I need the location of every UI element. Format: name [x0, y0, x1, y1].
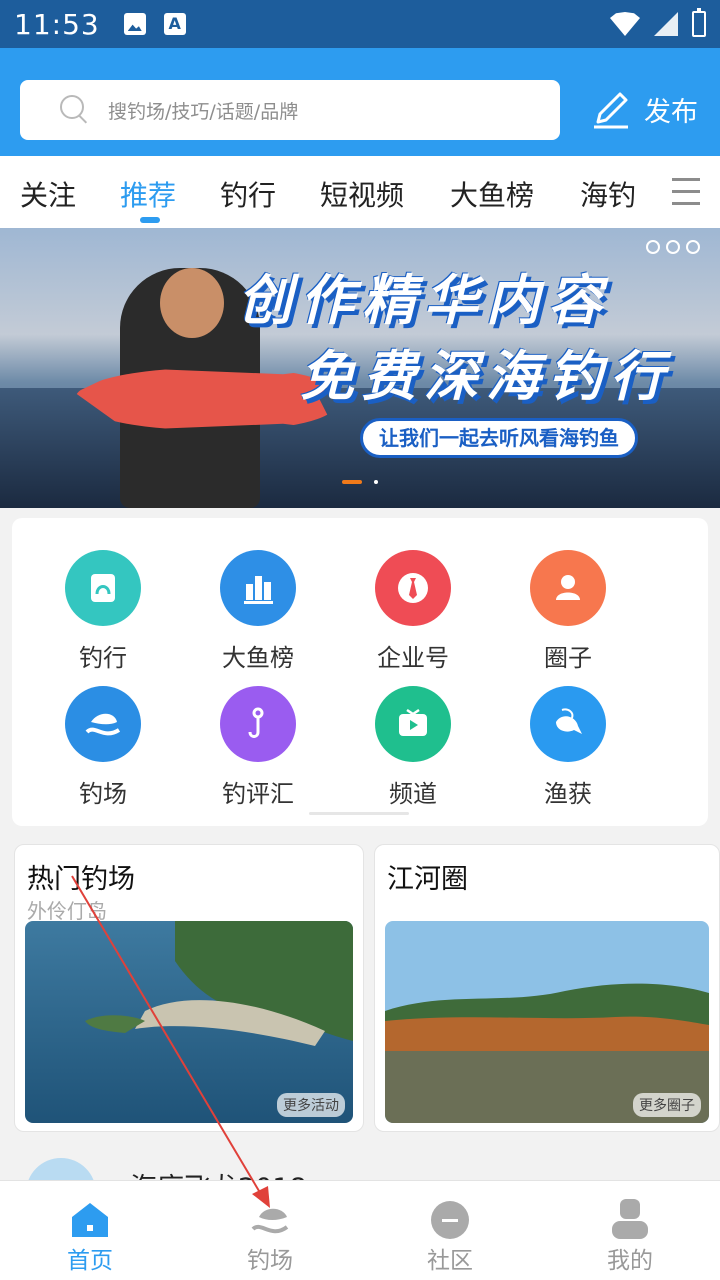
catch-fish-icon — [530, 686, 606, 762]
battery-icon — [692, 8, 706, 37]
signal-icon — [654, 12, 678, 36]
tv-channel-icon — [375, 686, 451, 762]
feature-grid: 钓行 大鱼榜 企业号 圈子 钓场 钓评汇 频道 渔获 — [12, 518, 708, 826]
grid-label: 钓评汇 — [222, 780, 294, 808]
grid-item-channel[interactable]: 频道 — [338, 686, 488, 809]
tab-recommend[interactable]: 推荐 — [120, 174, 176, 214]
grid-item-enterprise[interactable]: 企业号 — [338, 550, 488, 673]
search-icon — [60, 95, 90, 125]
grid-label: 频道 — [389, 780, 437, 808]
card-title: 热门钓场 — [27, 864, 135, 895]
header: 搜钓场/技巧/话题/品牌 发布 — [0, 48, 720, 156]
island-photo: 更多活动 — [25, 921, 353, 1123]
wave-fish-icon — [249, 1199, 291, 1241]
chat-bubble-icon — [429, 1199, 471, 1241]
search-placeholder: 搜钓场/技巧/话题/品牌 — [108, 100, 299, 123]
banner-angler-head — [160, 268, 224, 338]
nav-label: 钓场 — [247, 1248, 293, 1274]
tab-fishing-trip[interactable]: 钓行 — [220, 174, 276, 214]
active-tab-indicator — [140, 217, 160, 223]
river-photo: 更多圈子 — [385, 921, 709, 1123]
card-subtitle: 外伶仃岛 — [27, 899, 107, 923]
banner-title-line1: 创作精华内容 — [238, 269, 610, 332]
grid-item-circle[interactable]: 圈子 — [493, 550, 643, 673]
search-input[interactable]: 搜钓场/技巧/话题/品牌 — [20, 80, 560, 140]
grid-label: 圈子 — [544, 644, 592, 672]
tab-short-video[interactable]: 短视频 — [320, 174, 404, 214]
river-circle-card[interactable]: 江河圈 更多圈子 — [374, 844, 720, 1132]
status-bar: 11:53 A — [0, 0, 720, 48]
more-activities-badge[interactable]: 更多活动 — [277, 1093, 345, 1117]
pagination-dot-active — [342, 480, 362, 484]
home-icon — [69, 1199, 111, 1241]
fishing-trip-icon — [65, 550, 141, 626]
nav-label: 首页 — [67, 1248, 113, 1274]
grid-item-catch[interactable]: 渔获 — [493, 686, 643, 809]
nav-home[interactable]: 首页 — [20, 1181, 160, 1280]
grid-item-big-fish-ranking[interactable]: 大鱼榜 — [183, 550, 333, 673]
tab-sea-fishing[interactable]: 海钓 — [580, 174, 636, 214]
gallery-notification-icon — [123, 13, 146, 35]
tab-follow[interactable]: 关注 — [20, 174, 76, 214]
tie-icon — [375, 550, 451, 626]
more-circles-badge[interactable]: 更多圈子 — [633, 1093, 701, 1117]
wifi-icon — [610, 12, 640, 36]
pencil-icon — [594, 92, 628, 129]
grid-scroll-indicator — [309, 812, 409, 815]
hook-review-icon — [220, 686, 296, 762]
grid-label: 钓场 — [79, 780, 127, 808]
banner-tagline: 让我们一起去听风看海钓鱼 — [360, 418, 638, 458]
grid-label: 钓行 — [79, 644, 127, 672]
publish-button[interactable]: 发布 — [590, 88, 698, 130]
group-icon — [530, 550, 606, 626]
grid-item-fishing-spot[interactable]: 钓场 — [28, 686, 178, 809]
nav-label: 社区 — [427, 1248, 473, 1274]
menu-icon[interactable] — [672, 178, 700, 214]
publish-label: 发布 — [644, 96, 698, 128]
nav-profile[interactable]: 我的 — [560, 1181, 700, 1280]
promo-banner[interactable]: 创作精华内容 免费深海钓行 让我们一起去听风看海钓鱼 — [0, 228, 720, 508]
bottom-nav: 首页 钓场 社区 我的 — [0, 1180, 720, 1280]
pagination-dot — [374, 480, 378, 484]
banner-decoration-icon — [646, 240, 700, 254]
wave-fish-icon — [65, 686, 141, 762]
grid-item-reviews[interactable]: 钓评汇 — [183, 686, 333, 809]
tab-big-fish-ranking[interactable]: 大鱼榜 — [450, 174, 534, 214]
category-tabs: 关注 推荐 钓行 短视频 大鱼榜 海钓 — [0, 156, 720, 228]
banner-pagination — [342, 480, 378, 484]
banner-title-line2: 免费深海钓行 — [300, 345, 672, 408]
grid-label: 大鱼榜 — [222, 644, 294, 672]
nav-label: 我的 — [607, 1248, 653, 1274]
nav-community[interactable]: 社区 — [380, 1181, 520, 1280]
user-icon — [609, 1199, 651, 1241]
card-title: 江河圈 — [387, 864, 468, 895]
status-time: 11:53 — [14, 7, 100, 41]
app-notification-icon: A — [163, 13, 186, 35]
grid-label: 企业号 — [377, 644, 449, 672]
hot-fishing-spot-card[interactable]: 热门钓场 外伶仃岛 更多活动 — [14, 844, 364, 1132]
feed-item-peek[interactable]: 海底飞龙2018 — [0, 1140, 720, 1228]
grid-item-fishing-trip[interactable]: 钓行 — [28, 550, 178, 673]
grid-label: 渔获 — [544, 780, 592, 808]
ranking-icon — [220, 550, 296, 626]
nav-fishing-spot[interactable]: 钓场 — [200, 1181, 340, 1280]
